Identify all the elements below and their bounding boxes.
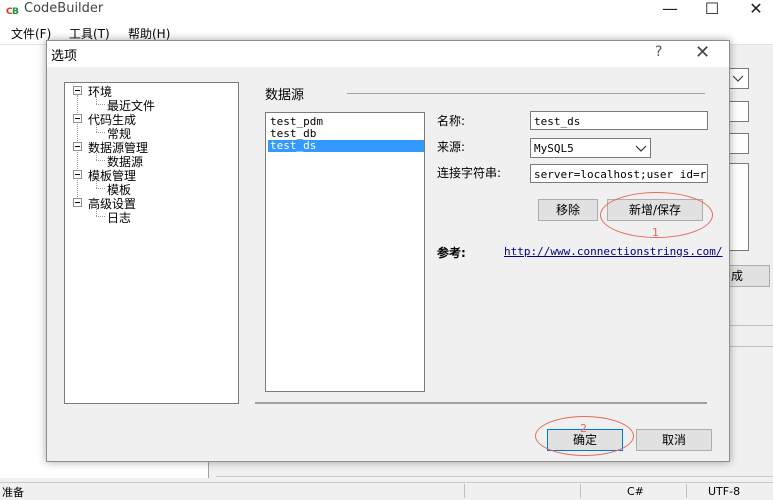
options-tree: 环境 最近文件 代码生成 常规 数据源管理 数据源 模板管理 模板 高级设置 日… [64, 82, 239, 404]
collapse-icon[interactable] [73, 170, 82, 179]
bg-textbox-1[interactable] [727, 101, 749, 122]
bg-divider [216, 476, 773, 477]
reference-link[interactable]: http://www.connectionstrings.com/ [504, 245, 723, 258]
reference-label: 参考: [437, 246, 466, 260]
collapse-icon[interactable] [73, 198, 82, 207]
section-title: 数据源 [265, 88, 305, 103]
datasource-list[interactable]: test_pdm test_db test_ds [265, 112, 425, 392]
conn-string-field[interactable]: server=localhost;user id=root [530, 164, 708, 183]
tree-guide-line [96, 132, 105, 133]
annotation-number: 1 [652, 226, 659, 239]
name-label: 名称: [437, 114, 466, 128]
tree-guide-line [96, 160, 105, 161]
window-close-button[interactable]: ✕ [740, 0, 772, 20]
remove-button[interactable]: 移除 [538, 199, 598, 221]
dialog-divider [255, 402, 707, 404]
dialog-close-button[interactable]: ✕ [695, 42, 710, 63]
cb-app-icon: C B [5, 4, 19, 17]
source-select-value: MySQL5 [534, 142, 574, 155]
tree-guide-line [96, 104, 105, 105]
dialog-titlebar [47, 41, 729, 67]
tree-guide-line [77, 95, 78, 207]
status-language: C# [627, 485, 644, 498]
collapse-icon[interactable] [73, 86, 82, 95]
collapse-icon[interactable] [73, 114, 82, 123]
list-item-selected[interactable]: test_ds [268, 140, 424, 152]
status-separator [464, 484, 465, 498]
tree-node-log[interactable]: 日志 [107, 209, 131, 226]
app-title: CodeBuilder [24, 1, 104, 16]
cancel-button[interactable]: 取消 [636, 429, 712, 451]
bg-textbox-2[interactable] [727, 133, 749, 154]
status-separator [686, 484, 687, 498]
collapse-icon[interactable] [73, 142, 82, 151]
status-encoding: UTF-8 [708, 485, 741, 498]
annotation-number: 2 [580, 422, 587, 435]
bg-generate-label: 成 [730, 269, 743, 283]
name-field[interactable]: test_ds [530, 111, 708, 130]
dialog-title: 选项 [51, 49, 78, 64]
bg-textarea[interactable] [727, 163, 749, 251]
tree-guide-line [96, 216, 105, 217]
help-button[interactable]: ? [655, 44, 662, 60]
minimize-button[interactable]: — [654, 0, 686, 20]
maximize-button[interactable]: ☐ [696, 0, 728, 20]
statusbar [0, 482, 773, 499]
section-divider [347, 93, 705, 94]
bg-dropdown[interactable] [727, 68, 749, 89]
source-select[interactable]: MySQL5 [530, 138, 651, 158]
status-separator [580, 484, 581, 498]
chevron-down-icon [635, 145, 647, 152]
svg-text:B: B [12, 7, 19, 17]
chevron-down-icon [732, 75, 744, 82]
options-dialog: 选项 ? ✕ 环境 最近文件 代码生成 常规 数据源管理 数据源 模板管理 模板… [46, 40, 730, 462]
conn-label: 连接字符串: [437, 166, 502, 180]
source-label: 来源: [437, 140, 466, 154]
bg-panel [727, 325, 773, 347]
tree-guide-line [96, 188, 105, 189]
